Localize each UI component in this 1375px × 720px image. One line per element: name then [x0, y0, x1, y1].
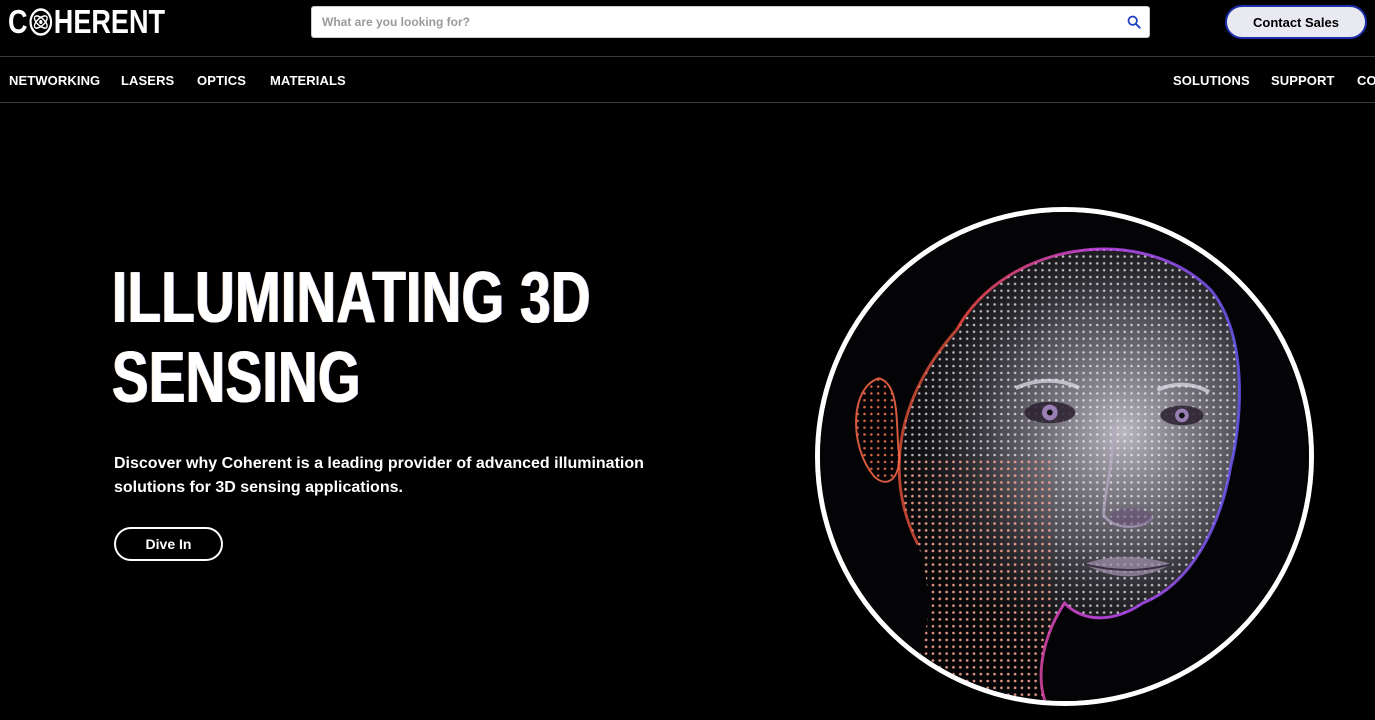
- dive-in-button[interactable]: Dive In: [114, 527, 223, 561]
- dotted-face-illustration: [820, 212, 1309, 701]
- hero-title-line-2: SENSING: [112, 338, 361, 418]
- hero-description: Discover why Coherent is a leading provi…: [114, 455, 644, 496]
- search-bar: [311, 6, 1150, 38]
- nav-item-support[interactable]: SUPPORT: [1271, 73, 1335, 88]
- logo-text-prefix: C: [8, 3, 28, 40]
- nav-item-solutions[interactable]: SOLUTIONS: [1173, 73, 1250, 88]
- hero-face-image: [815, 207, 1314, 706]
- nav-item-lasers[interactable]: LASERS: [121, 73, 174, 88]
- hero-title-line-1: ILLUMINATING 3D: [112, 258, 591, 338]
- top-header: C HERENT Contact Sales: [0, 0, 1375, 57]
- search-icon[interactable]: [1119, 7, 1149, 37]
- search-input[interactable]: [312, 7, 1119, 37]
- atom-orbit-icon: [28, 7, 53, 37]
- nav-item-networking[interactable]: NETWORKING: [9, 73, 100, 88]
- logo-text-suffix: HERENT: [53, 3, 166, 40]
- nav-item-company[interactable]: CO: [1357, 73, 1375, 88]
- contact-sales-button[interactable]: Contact Sales: [1225, 5, 1367, 39]
- coherent-logo[interactable]: C HERENT: [8, 3, 166, 40]
- nav-item-optics[interactable]: OPTICS: [197, 73, 246, 88]
- main-nav: NETWORKING LASERS OPTICS MATERIALS SOLUT…: [0, 58, 1375, 103]
- hero-title: ILLUMINATING 3D SENSING: [112, 258, 591, 418]
- nav-item-materials[interactable]: MATERIALS: [270, 73, 346, 88]
